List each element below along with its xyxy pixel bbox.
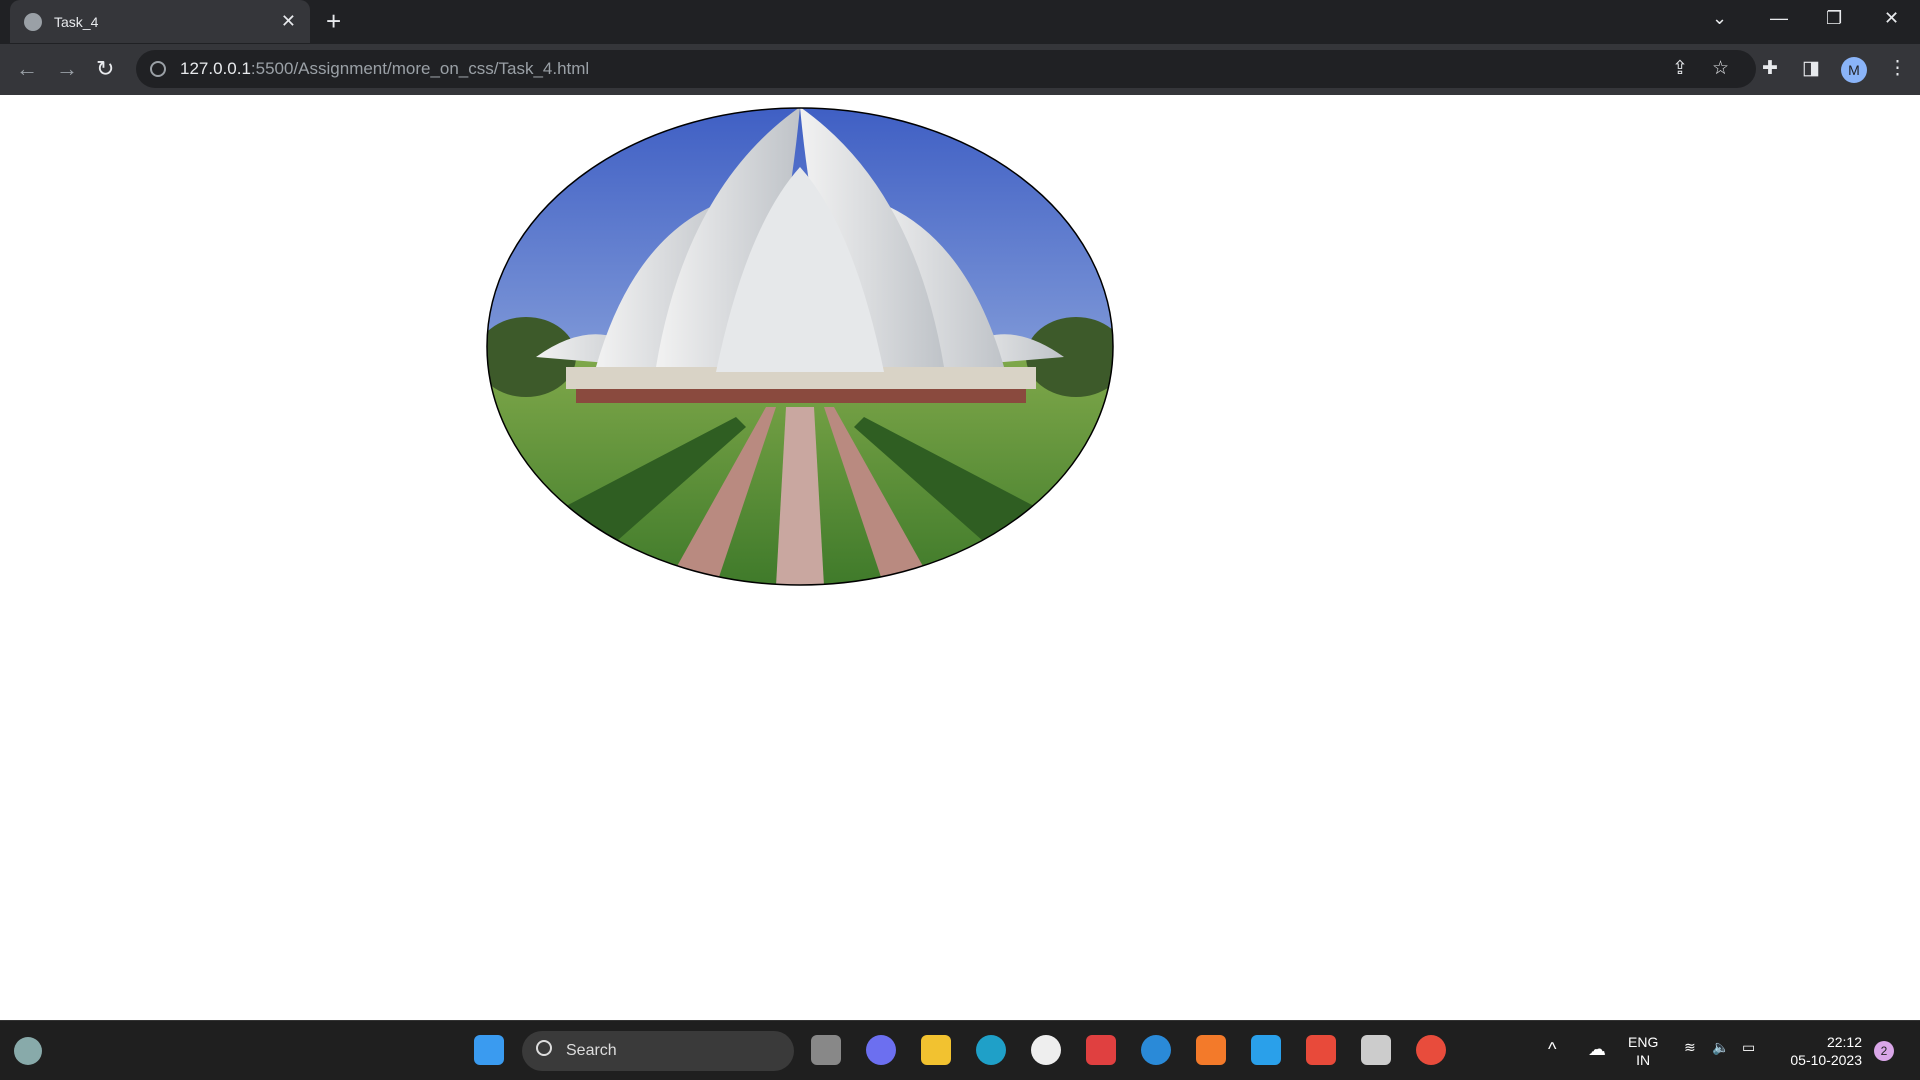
time: 22:12 bbox=[1826, 1034, 1862, 1050]
xampp-icon[interactable] bbox=[1196, 1035, 1226, 1065]
show-hidden-icons[interactable]: ^ bbox=[1548, 1039, 1556, 1060]
extensions-icon[interactable]: ✚ bbox=[1762, 57, 1778, 80]
onedrive-icon[interactable]: ☁ bbox=[1588, 1039, 1606, 1060]
battery-icon[interactable]: ▭ bbox=[1742, 1039, 1755, 1056]
gmail-icon[interactable] bbox=[1306, 1035, 1336, 1065]
side-panel-icon[interactable]: ◨ bbox=[1802, 57, 1820, 80]
tab-title: Task_4 bbox=[54, 13, 99, 30]
back-button[interactable]: ← bbox=[16, 56, 38, 82]
forward-button[interactable]: → bbox=[56, 56, 78, 82]
store-icon[interactable] bbox=[1086, 1035, 1116, 1065]
bookmark-star-icon[interactable]: ☆ bbox=[1712, 57, 1729, 80]
app-icon-2[interactable] bbox=[1361, 1035, 1391, 1065]
chrome-icon[interactable] bbox=[1416, 1035, 1446, 1065]
address-bar[interactable]: 127.0.0.1:5500/Assignment/more_on_css/Ta… bbox=[136, 50, 1756, 88]
language-indicator[interactable]: ENG IN bbox=[1628, 1033, 1658, 1069]
search-icon bbox=[536, 1040, 552, 1056]
help-icon[interactable] bbox=[1141, 1035, 1171, 1065]
url-path: :5500/Assignment/more_on_css/Task_4.html bbox=[250, 59, 590, 78]
vscode-icon[interactable] bbox=[1251, 1035, 1281, 1065]
volume-icon[interactable]: 🔈 bbox=[1712, 1039, 1729, 1056]
start-button[interactable] bbox=[474, 1035, 504, 1065]
avatar[interactable]: M bbox=[1841, 57, 1867, 83]
tab-strip: Task_4 ✕ + ⌄ — ❐ ✕ bbox=[0, 0, 1920, 44]
file-explorer-icon[interactable] bbox=[921, 1035, 951, 1065]
chat-icon[interactable] bbox=[866, 1035, 896, 1065]
edge-icon[interactable] bbox=[976, 1035, 1006, 1065]
restore-button[interactable]: ❐ bbox=[1826, 8, 1842, 29]
globe-icon bbox=[24, 12, 42, 31]
app-icon[interactable] bbox=[1031, 1035, 1061, 1065]
browser-toolbar: ← → ↻ 127.0.0.1:5500/Assignment/more_on_… bbox=[0, 44, 1920, 95]
lang-line1: ENG bbox=[1628, 1034, 1659, 1050]
date: 05-10-2023 bbox=[1790, 1052, 1862, 1068]
new-tab-button[interactable]: + bbox=[326, 6, 341, 37]
lang-line2: IN bbox=[1636, 1052, 1651, 1068]
search-label: Search bbox=[566, 1042, 617, 1059]
close-tab-icon[interactable]: ✕ bbox=[281, 11, 296, 32]
tab-task4[interactable]: Task_4 ✕ bbox=[10, 0, 310, 43]
taskbar: Search ^ ☁ ENG IN ≋ 🔈 ▭ 22:12 05-10-2023… bbox=[0, 1020, 1920, 1080]
site-info-icon[interactable] bbox=[150, 61, 166, 77]
lotus-temple-image bbox=[486, 107, 1114, 586]
clock[interactable]: 22:12 05-10-2023 bbox=[1780, 1033, 1862, 1069]
taskbar-search[interactable]: Search bbox=[522, 1031, 794, 1071]
menu-icon[interactable]: ⋮ bbox=[1888, 57, 1907, 80]
tab-search-icon[interactable]: ⌄ bbox=[1712, 8, 1727, 29]
close-window-button[interactable]: ✕ bbox=[1884, 8, 1899, 29]
weather-icon[interactable] bbox=[14, 1037, 42, 1065]
notification-badge[interactable]: 2 bbox=[1874, 1041, 1894, 1061]
share-icon[interactable]: ⇪ bbox=[1672, 57, 1688, 80]
minimize-button[interactable]: — bbox=[1770, 8, 1788, 29]
reload-button[interactable]: ↻ bbox=[96, 56, 114, 82]
url-host: 127.0.0.1 bbox=[180, 59, 251, 78]
wifi-icon[interactable]: ≋ bbox=[1684, 1039, 1696, 1056]
task-view-icon[interactable] bbox=[811, 1035, 841, 1065]
